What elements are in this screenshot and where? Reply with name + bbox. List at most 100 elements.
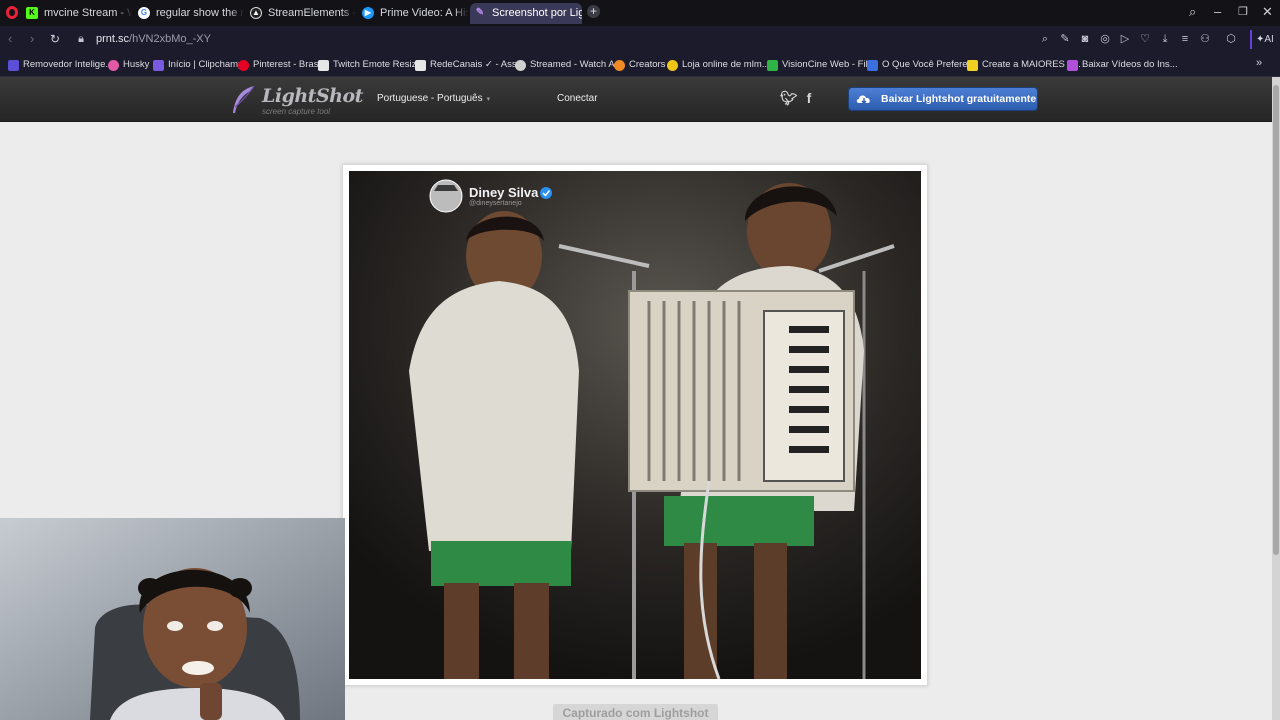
kick-icon: K bbox=[26, 7, 38, 19]
bookmark-label: Creators bbox=[629, 59, 666, 70]
bookmark-item[interactable]: RedeCanais ✓ - Ass... bbox=[415, 57, 525, 73]
bookmark-favicon-icon bbox=[8, 60, 19, 71]
bookmark-item[interactable]: Streamed - Watch A... bbox=[515, 57, 623, 73]
edit-icon[interactable]: ✎ bbox=[1058, 32, 1072, 46]
bookmark-favicon-icon bbox=[967, 60, 978, 71]
shield-icon[interactable]: ◎ bbox=[1098, 32, 1112, 46]
bookmark-item[interactable]: Creators bbox=[614, 57, 665, 73]
bookmark-label: Streamed - Watch A... bbox=[530, 59, 623, 70]
aria-ai-button[interactable]: ✦AI bbox=[1250, 30, 1278, 49]
download-lightshot-button[interactable]: Baixar Lightshot gratuitamente bbox=[848, 87, 1038, 111]
google-icon: G bbox=[138, 7, 150, 19]
bookmark-label: O Que Você Prefere... bbox=[882, 59, 976, 70]
tab-label: Screenshot por Lightshot bbox=[492, 7, 582, 19]
minimize-button[interactable]: – bbox=[1214, 4, 1221, 20]
lightshot-tagline: screen capture tool bbox=[262, 107, 331, 116]
bookmark-item[interactable]: O Que Você Prefere... bbox=[867, 57, 975, 73]
tab-search-icon[interactable]: ⌕ bbox=[1189, 4, 1196, 20]
bookmark-label: Loja online de mlm... bbox=[682, 59, 770, 70]
bookmark-favicon-icon bbox=[867, 60, 878, 71]
language-label: Portuguese - Português bbox=[377, 93, 483, 104]
captured-with-lightshot-label: Capturado com Lightshot bbox=[553, 704, 718, 720]
tab-prime-video[interactable]: ▶ Prime Video: A História D bbox=[358, 3, 468, 24]
bookmark-favicon-icon bbox=[153, 60, 164, 71]
lightshot-feather-icon: ✎ bbox=[475, 7, 485, 18]
browser-tab-strip: K mvcine Stream - Watch Li G regular sho… bbox=[0, 0, 1280, 26]
bookmark-item[interactable]: Pinterest - Brasil bbox=[238, 57, 323, 73]
url-path: /hVN2xbMo_-XY bbox=[129, 33, 211, 45]
lightshot-header: LightShot screen capture tool Portuguese… bbox=[0, 77, 1272, 122]
tab-streamelements[interactable]: ▲ StreamElements - Media bbox=[246, 3, 356, 24]
bookmark-favicon-icon bbox=[667, 60, 678, 71]
play-icon[interactable]: ▷ bbox=[1118, 32, 1132, 46]
tab-lightshot[interactable]: ✎ Screenshot por Lightshot bbox=[470, 3, 582, 24]
account-handle: @dineysertanejo bbox=[469, 200, 522, 207]
bookmark-label: Create a MAIORES L... bbox=[982, 59, 1081, 70]
address-toolbar: ‹ › ↻ 🔒︎ prnt.sc/hVN2xbMo_-XY ⌕ ✎ ◙ ◎ ▷ … bbox=[0, 26, 1280, 53]
webcam-overlay bbox=[0, 518, 345, 720]
webcam-illustration bbox=[0, 518, 345, 720]
bookmark-item[interactable]: Twitch Emote Resizer bbox=[318, 57, 425, 73]
bookmark-label: Husky bbox=[123, 59, 150, 70]
photo-illustration bbox=[349, 171, 921, 679]
forward-button[interactable]: › bbox=[30, 31, 34, 47]
bookmark-favicon-icon bbox=[614, 60, 625, 71]
tab-mvcine[interactable]: K mvcine Stream - Watch Li bbox=[22, 3, 132, 24]
prime-video-icon: ▶ bbox=[362, 7, 374, 19]
bookmark-favicon-icon bbox=[515, 60, 526, 71]
bookmark-label: Início | Clipchamp bbox=[168, 59, 244, 70]
bookmark-item[interactable]: Início | Clipchamp bbox=[153, 57, 243, 73]
new-tab-button[interactable]: + bbox=[587, 5, 600, 18]
bookmarks-overflow-icon[interactable]: » bbox=[1256, 57, 1262, 69]
menu-icon[interactable]: ≡ bbox=[1178, 32, 1192, 46]
language-selector[interactable]: Portuguese - Português ▾ bbox=[377, 93, 490, 104]
bookmark-label: Removedor Intelige... bbox=[23, 59, 114, 70]
zoom-icon[interactable]: ⌕ bbox=[1038, 32, 1052, 46]
restore-button[interactable]: ❐ bbox=[1238, 4, 1248, 20]
bookmark-favicon-icon bbox=[767, 60, 778, 71]
document-icon bbox=[415, 60, 426, 71]
bookmark-label: Pinterest - Brasil bbox=[253, 59, 323, 70]
scrollbar-thumb[interactable] bbox=[1273, 85, 1279, 555]
bookmark-item[interactable]: Baixar Vídeos do Ins... bbox=[1067, 57, 1178, 73]
document-icon bbox=[318, 60, 329, 71]
heart-icon[interactable]: ♡ bbox=[1138, 32, 1152, 46]
pinterest-icon bbox=[238, 60, 249, 71]
download-button-label: Baixar Lightshot gratuitamente bbox=[881, 93, 1037, 105]
camera-icon[interactable]: ◙ bbox=[1078, 32, 1092, 46]
bookmarks-bar: Removedor Intelige... Husky Início | Cli… bbox=[0, 53, 1280, 77]
bookmark-item[interactable]: Create a MAIORES L... bbox=[967, 57, 1081, 73]
scrollbar[interactable] bbox=[1272, 77, 1280, 720]
download-icon[interactable]: ⤓ bbox=[1158, 32, 1172, 46]
bookmark-item[interactable]: VisionCine Web - Fil... bbox=[767, 57, 876, 73]
bookmark-item[interactable]: Husky bbox=[108, 57, 149, 73]
login-link[interactable]: Conectar bbox=[557, 93, 598, 104]
opera-logo-icon[interactable] bbox=[6, 6, 18, 19]
account-icon[interactable]: ⚇ bbox=[1198, 32, 1212, 46]
bookmark-item[interactable]: Removedor Intelige... bbox=[8, 57, 113, 73]
url-domain: prnt.sc bbox=[96, 33, 130, 45]
lightshot-logo[interactable]: LightShot screen capture tool bbox=[230, 83, 363, 117]
bookmark-label: Baixar Vídeos do Ins... bbox=[1082, 59, 1178, 70]
back-button[interactable]: ‹ bbox=[8, 31, 12, 47]
lock-icon[interactable]: 🔒︎ bbox=[74, 32, 88, 46]
twitter-icon[interactable]: 🐦︎ bbox=[780, 90, 798, 106]
chevron-down-icon: ▾ bbox=[486, 96, 491, 103]
bookmark-item[interactable]: Loja online de mlm... bbox=[667, 57, 770, 73]
reload-button[interactable]: ↻ bbox=[50, 31, 60, 47]
bookmark-label: VisionCine Web - Fil... bbox=[782, 59, 876, 70]
extensions-icon[interactable]: ⬡ bbox=[1224, 32, 1238, 46]
bookmark-label: RedeCanais ✓ - Ass... bbox=[430, 59, 525, 70]
facebook-icon[interactable]: f bbox=[801, 90, 817, 106]
tab-regular-show[interactable]: G regular show the movie - bbox=[134, 3, 244, 24]
account-name: Diney Silva bbox=[469, 185, 539, 200]
bookmark-favicon-icon bbox=[1067, 60, 1078, 71]
bookmark-favicon-icon bbox=[108, 60, 119, 71]
close-button[interactable]: ✕ bbox=[1262, 4, 1273, 20]
screenshot-image[interactable]: Diney Silva @dineysertanejo bbox=[349, 171, 921, 679]
lightshot-brand: LightShot bbox=[262, 85, 363, 107]
cloud-download-icon bbox=[856, 95, 870, 104]
bookmark-label: Twitch Emote Resizer bbox=[333, 59, 425, 70]
feather-icon bbox=[233, 85, 255, 113]
address-field[interactable]: prnt.sc/hVN2xbMo_-XY bbox=[96, 33, 211, 45]
